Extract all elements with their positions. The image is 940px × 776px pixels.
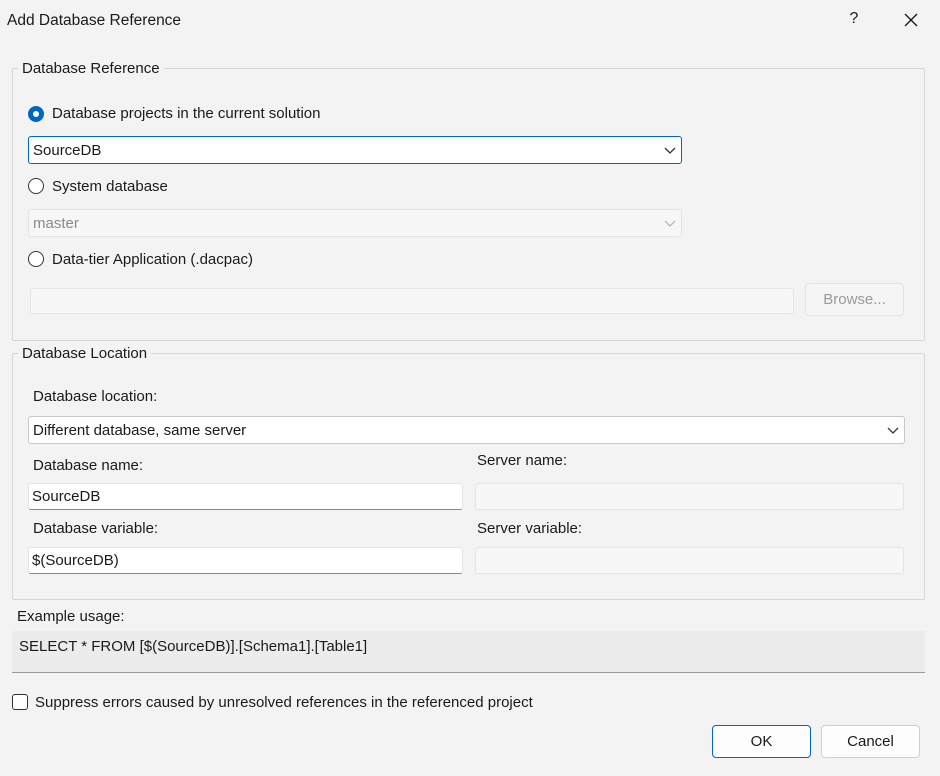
suppress-errors-checkbox[interactable] <box>12 694 28 710</box>
database-location-group-label: Database Location <box>18 345 152 362</box>
server-variable-label: Server variable: <box>477 520 583 537</box>
radio-dacpac[interactable] <box>28 251 44 267</box>
database-name-value: SourceDB <box>32 488 101 505</box>
close-icon <box>904 13 918 27</box>
chevron-down-icon <box>664 220 676 227</box>
database-location-label: Database location: <box>33 388 158 405</box>
dacpac-path-field <box>30 288 794 314</box>
server-variable-field <box>475 547 904 574</box>
database-variable-field[interactable]: $(SourceDB) <box>28 547 463 574</box>
database-variable-label: Database variable: <box>33 520 159 537</box>
database-projects-dropdown-value: SourceDB <box>33 142 102 159</box>
radio-system-database-label[interactable]: System database <box>52 178 168 195</box>
example-usage-text: SELECT * FROM [$(SourceDB)].[Schema1].[T… <box>19 638 368 655</box>
system-database-dropdown-value: master <box>33 215 79 232</box>
server-name-label: Server name: <box>477 452 568 469</box>
database-name-field[interactable]: SourceDB <box>28 483 463 510</box>
radio-database-projects-label[interactable]: Database projects in the current solutio… <box>52 105 320 122</box>
example-usage-label: Example usage: <box>17 608 125 625</box>
radio-system-database[interactable] <box>28 178 44 194</box>
browse-button: Browse... <box>805 283 904 316</box>
window-title: Add Database Reference <box>7 12 182 29</box>
database-reference-group-label: Database Reference <box>18 60 164 77</box>
title-bar: Add Database Reference ? <box>0 0 940 42</box>
system-database-dropdown: master <box>28 209 682 237</box>
example-usage-box: SELECT * FROM [$(SourceDB)].[Schema1].[T… <box>12 631 925 673</box>
help-button[interactable]: ? <box>846 10 862 30</box>
radio-dacpac-label[interactable]: Data-tier Application (.dacpac) <box>52 251 253 268</box>
radio-database-projects[interactable] <box>28 106 44 122</box>
chevron-down-icon <box>887 427 899 434</box>
close-button[interactable] <box>900 9 922 31</box>
cancel-button[interactable]: Cancel <box>821 725 920 758</box>
chevron-down-icon <box>664 147 676 154</box>
server-name-field <box>475 483 904 510</box>
database-location-dropdown[interactable]: Different database, same server <box>28 416 905 444</box>
database-projects-dropdown[interactable]: SourceDB <box>28 136 682 164</box>
ok-button[interactable]: OK <box>712 725 811 758</box>
suppress-errors-label[interactable]: Suppress errors caused by unresolved ref… <box>35 694 533 711</box>
database-location-dropdown-value: Different database, same server <box>33 422 247 439</box>
database-variable-value: $(SourceDB) <box>32 552 119 569</box>
database-name-label: Database name: <box>33 457 144 474</box>
